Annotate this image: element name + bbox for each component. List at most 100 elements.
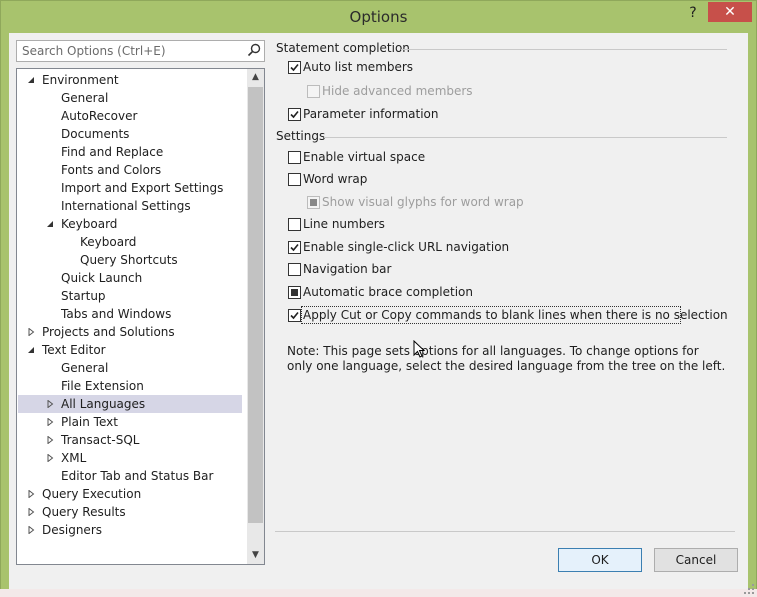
tree-item[interactable]: Fonts and Colors [18,161,242,179]
tree-item[interactable]: Find and Replace [18,143,242,161]
tree-item[interactable]: Plain Text [18,413,242,431]
tree-item[interactable]: General [18,359,242,377]
word-wrap-checkbox[interactable] [288,173,301,186]
tree-item[interactable]: XML [18,449,242,467]
collapsed-arrow-icon[interactable] [27,508,35,516]
close-button[interactable]: ✕ [708,2,752,22]
tree-item-label: AutoRecover [61,109,138,123]
group-divider [324,137,727,138]
automatic-brace-checkbox[interactable] [288,286,301,299]
show-visual-glyphs-label[interactable]: Show visual glyphs for word wrap [322,195,524,209]
options-tree[interactable]: ▲ ▼ Environment General AutoRecover Documen… [16,68,265,565]
collapsed-arrow-icon[interactable] [27,526,35,534]
parameter-information-checkbox[interactable] [288,108,301,121]
tree-item-label: Keyboard [61,217,118,231]
expanded-arrow-icon[interactable] [27,346,35,354]
buttons-separator [275,531,735,532]
hide-advanced-members-checkbox[interactable] [307,85,320,98]
tree-item-label: Plain Text [61,415,118,429]
tree-item-label: Keyboard [80,235,137,249]
apply-cut-copy-checkbox[interactable] [288,309,301,322]
ok-button[interactable]: OK [558,548,642,572]
tree-item[interactable]: Transact-SQL [18,431,242,449]
tree-scrollbar[interactable]: ▲ ▼ [247,69,264,564]
tree-item[interactable]: Text Editor [18,341,242,359]
tree-item-label: General [61,91,109,105]
hide-advanced-members-label[interactable]: Hide advanced members [322,84,473,98]
navigation-bar-checkbox[interactable] [288,263,301,276]
indeterminate-icon [310,199,317,206]
tree-item-label: Startup [61,289,106,303]
scroll-up-icon[interactable]: ▲ [247,69,264,86]
tree-item[interactable]: Editor Tab and Status Bar [18,467,242,485]
scroll-thumb[interactable] [248,87,263,523]
tree-item[interactable]: General [18,89,242,107]
tree-item[interactable]: Projects and Solutions [18,323,242,341]
tree-item-label: Query Results [42,505,126,519]
auto-list-members-label[interactable]: Auto list members [303,60,413,74]
search-options-input[interactable]: Search Options (Ctrl+E) [16,40,265,62]
tree-item-label: Import and Export Settings [61,181,224,195]
tree-item-label: Projects and Solutions [42,325,175,339]
enable-virtual-space-checkbox[interactable] [288,151,301,164]
navigation-bar-label[interactable]: Navigation bar [303,262,391,276]
collapsed-arrow-icon[interactable] [27,490,35,498]
scroll-down-icon[interactable]: ▼ [247,547,264,564]
collapsed-arrow-icon[interactable] [46,400,54,408]
tree-item[interactable]: File Extension [18,377,242,395]
collapsed-arrow-icon[interactable] [46,454,54,462]
resize-grip-icon[interactable] [743,583,755,595]
tree-item[interactable]: Query Shortcuts [18,251,242,269]
expanded-arrow-icon[interactable] [46,220,54,228]
cancel-button[interactable]: Cancel [654,548,738,572]
options-dialog: Options ? ✕ Search Options (Ctrl+E) ▲ ▼ … [0,0,757,597]
tree-item[interactable]: Environment [18,71,242,89]
tree-item[interactable]: AutoRecover [18,107,242,125]
collapsed-arrow-icon[interactable] [46,418,54,426]
tree-item-label: International Settings [61,199,191,213]
tree-item[interactable]: Query Results [18,503,242,521]
tree-item[interactable]: Tabs and Windows [18,305,242,323]
word-wrap-label[interactable]: Word wrap [303,172,367,186]
checkmark-icon [290,243,299,252]
parameter-information-label[interactable]: Parameter information [303,107,439,121]
tree-item-label: File Extension [61,379,144,393]
enable-virtual-space-label[interactable]: Enable virtual space [303,150,425,164]
collapsed-arrow-icon[interactable] [27,328,35,336]
tree-item-label: Fonts and Colors [61,163,162,177]
collapsed-arrow-icon[interactable] [46,436,54,444]
automatic-brace-label[interactable]: Automatic brace completion [303,285,473,299]
tree-item[interactable]: Keyboard [18,215,242,233]
show-visual-glyphs-checkbox[interactable] [307,196,320,209]
note-text: Note: This page sets options for all lan… [287,344,726,373]
apply-cut-copy-label[interactable]: Apply Cut or Copy commands to blank line… [303,308,728,322]
help-button[interactable]: ? [684,5,702,25]
tree-item[interactable]: International Settings [18,197,242,215]
line-numbers-label[interactable]: Line numbers [303,217,385,231]
search-placeholder: Search Options (Ctrl+E) [22,44,166,58]
tree-item[interactable]: Query Execution [18,485,242,503]
tree-item[interactable]: Import and Export Settings [18,179,242,197]
tree-item[interactable]: Documents [18,125,242,143]
background-editor-strip-bottom [0,589,757,597]
expanded-arrow-icon[interactable] [27,76,35,84]
mouse-cursor-icon [413,340,425,358]
tree-item[interactable]: Keyboard [18,233,242,251]
tree-item[interactable]: All Languages [18,395,242,413]
tree-item[interactable]: Startup [18,287,242,305]
tree-item-label: Text Editor [42,343,106,357]
single-click-url-label[interactable]: Enable single-click URL navigation [303,240,509,254]
single-click-url-checkbox[interactable] [288,241,301,254]
checkmark-icon [290,311,299,320]
auto-list-members-checkbox[interactable] [288,61,301,74]
tree-item-label: Environment [42,73,119,87]
window-title: Options [349,8,408,26]
group-divider [401,49,727,50]
dialog-client-area: Search Options (Ctrl+E) ▲ ▼ Environment G… [9,33,748,590]
line-numbers-checkbox[interactable] [288,218,301,231]
tree-item[interactable]: Quick Launch [18,269,242,287]
tree-item[interactable]: Designers [18,521,242,539]
search-icon[interactable] [247,43,261,57]
tree-item-label: All Languages [61,397,146,411]
tree-item-label: XML [61,451,87,465]
